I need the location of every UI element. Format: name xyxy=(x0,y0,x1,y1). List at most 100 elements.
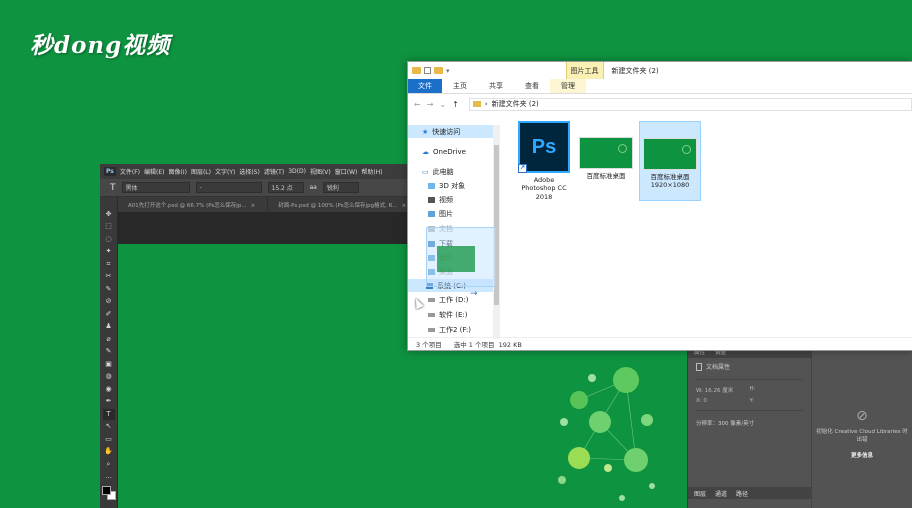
breadcrumb-folder[interactable]: 新建文件夹 (2) xyxy=(492,99,539,109)
address-bar-row: ← → ⌄ ↑ › 新建文件夹 (2) xyxy=(408,95,912,113)
ribbon-tab-share[interactable]: 共享 xyxy=(478,79,514,93)
ribbon-tab-view[interactable]: 查看 xyxy=(514,79,550,93)
close-icon[interactable]: × xyxy=(401,203,406,209)
ps-menu-file[interactable]: 文件(F) xyxy=(120,167,140,176)
more-tools-icon[interactable]: … xyxy=(103,472,115,483)
checkbox-icon[interactable] xyxy=(424,67,431,74)
stamp-tool-icon[interactable]: ♟ xyxy=(103,322,115,333)
nav-label: 此电脑 xyxy=(432,167,454,176)
photoshop-icon: Ps ↗ xyxy=(518,121,570,173)
ribbon-tab-file[interactable]: 文件 xyxy=(408,79,442,93)
font-size-select[interactable]: 15.2 点 xyxy=(267,182,304,193)
folder-icon[interactable] xyxy=(434,67,443,74)
move-tool-icon[interactable]: ✥ xyxy=(103,209,115,220)
marquee-tool-icon[interactable]: ⬚ xyxy=(103,222,115,233)
width-value[interactable]: 16.26 厘米 xyxy=(705,388,734,394)
tab-paths[interactable]: 路径 xyxy=(736,489,748,498)
up-arrow-icon[interactable]: ↑ xyxy=(452,100,459,109)
pen-tool-icon[interactable]: ✒ xyxy=(103,397,115,408)
type-tool-icon[interactable]: T xyxy=(102,409,115,420)
ribbon-tab-home[interactable]: 主页 xyxy=(442,79,478,93)
tab-layers[interactable]: 图层 xyxy=(694,489,706,498)
crop-tool-icon[interactable]: ⌗ xyxy=(103,259,115,270)
healing-tool-icon[interactable]: ⊘ xyxy=(103,297,115,308)
slice-tool-icon[interactable]: ✂ xyxy=(103,272,115,283)
blur-tool-icon[interactable]: ◍ xyxy=(103,372,115,383)
font-family-select[interactable]: 黑体 xyxy=(121,182,190,193)
picture-tools-context-tab[interactable]: 图片工具 xyxy=(565,62,604,79)
hand-tool-icon[interactable]: ✋ xyxy=(103,447,115,458)
nav-drive-d[interactable]: 工作 (D:) xyxy=(428,293,468,306)
more-info-link[interactable]: 更多信息 xyxy=(812,451,912,459)
zoom-tool-icon[interactable]: ⌕ xyxy=(103,459,115,470)
back-arrow-icon[interactable]: ← xyxy=(414,100,421,109)
ps-doc-tab-label: A01先打开这个.psd @ 66.7% (Ps怎么保存jp... xyxy=(128,203,247,209)
rectangle-tool-icon[interactable]: ▭ xyxy=(103,434,115,445)
libraries-error-message: 初始化 Creative Cloud Libraries 时出错 xyxy=(816,429,908,444)
dropdown-icon[interactable]: ▾ xyxy=(446,67,450,75)
ps-menu-layer[interactable]: 图层(L) xyxy=(191,167,211,176)
history-brush-tool-icon[interactable]: ⌀ xyxy=(103,334,115,345)
document-icon xyxy=(696,362,702,371)
dodge-tool-icon[interactable]: ◉ xyxy=(103,384,115,395)
ps-doc-tab[interactable]: A01先打开这个.psd @ 66.7% (Ps怎么保存jp... × xyxy=(118,197,269,212)
nav-videos[interactable]: 视频 xyxy=(428,193,453,206)
magic-wand-tool-icon[interactable]: ✦ xyxy=(103,247,115,258)
ps-menu-select[interactable]: 选择(S) xyxy=(239,167,260,176)
gradient-tool-icon[interactable]: ▣ xyxy=(103,359,115,370)
nav-drive-f[interactable]: 工作2 (F:) xyxy=(428,323,471,336)
x-value[interactable]: 0 xyxy=(703,398,707,404)
dimension-grid: W: 16.26 厘米 H: X: 0 Y: xyxy=(688,384,811,406)
logo-mark-icon xyxy=(618,144,627,153)
x-label: X: xyxy=(696,398,702,404)
path-select-tool-icon[interactable]: ↖ xyxy=(103,422,115,433)
ps-menu-type[interactable]: 文字(Y) xyxy=(215,167,235,176)
drag-ghost xyxy=(426,227,496,287)
nav-drive-e[interactable]: 软件 (E:) xyxy=(428,308,467,321)
ps-menu-window[interactable]: 窗口(W) xyxy=(335,167,358,176)
nav-pictures[interactable]: 图片 xyxy=(428,207,453,220)
logo-mark-icon xyxy=(682,145,691,154)
ps-menu-image[interactable]: 图像(I) xyxy=(169,167,187,176)
ps-menu-filter[interactable]: 滤镜(T) xyxy=(264,167,284,176)
file-item-image-selected[interactable]: 百度标准桌面 1920×1080 xyxy=(639,121,701,201)
width-label: W: xyxy=(696,388,703,394)
image-thumbnail xyxy=(579,137,633,169)
foreground-color-swatch[interactable] xyxy=(101,486,111,495)
close-icon[interactable]: × xyxy=(251,203,256,209)
nav-this-pc[interactable]: ▭ 此电脑 xyxy=(422,165,454,178)
resolution-text: 分辨率：300 像素/英寸 xyxy=(696,421,755,427)
document-properties-title: 文档属性 xyxy=(706,364,731,371)
nav-onedrive[interactable]: ☁ OneDrive xyxy=(422,145,466,158)
tab-channels[interactable]: 通道 xyxy=(715,489,727,498)
watermark-logo: 秒dong视频 xyxy=(30,32,171,59)
ps-menu-help[interactable]: 帮助(H) xyxy=(361,167,382,176)
star-icon: ★ xyxy=(422,127,429,136)
ps-menu-3d[interactable]: 3D(D) xyxy=(288,168,306,175)
color-swatches[interactable] xyxy=(101,486,116,500)
ribbon-tab-manage[interactable]: 管理 xyxy=(550,79,586,93)
nav-quick-access[interactable]: ★ 快速访问 xyxy=(408,125,493,138)
file-name: 百度标准桌面 1920×1080 xyxy=(650,173,690,190)
ps-menu-view[interactable]: 视图(V) xyxy=(310,167,331,176)
address-input[interactable]: › 新建文件夹 (2) xyxy=(468,97,912,111)
antialias-select[interactable]: 锐利 xyxy=(322,182,359,193)
eyedropper-tool-icon[interactable]: ✎ xyxy=(103,284,115,295)
nav-3d-objects[interactable]: 3D 对象 xyxy=(428,179,465,192)
cube-icon xyxy=(428,182,435,189)
file-item-photoshop-shortcut[interactable]: Ps ↗ Adobe Photoshop CC 2018 xyxy=(513,119,575,201)
type-tool-icon[interactable]: T xyxy=(110,183,116,193)
y-label: Y: xyxy=(749,398,754,404)
file-item-image[interactable]: 百度标准桌面 xyxy=(575,133,637,180)
brush-tool-icon[interactable]: ✐ xyxy=(103,309,115,320)
recent-locations-icon[interactable]: ⌄ xyxy=(439,100,446,109)
eraser-tool-icon[interactable]: ✎ xyxy=(103,347,115,358)
font-style-select[interactable]: - xyxy=(195,182,262,193)
nav-label: OneDrive xyxy=(433,147,466,156)
divider xyxy=(696,379,803,380)
lasso-tool-icon[interactable]: ◌ xyxy=(103,234,115,245)
ps-menu-edit[interactable]: 编辑(E) xyxy=(144,167,164,176)
forward-arrow-icon[interactable]: → xyxy=(427,100,434,109)
photoshop-icon-text: Ps xyxy=(531,136,557,158)
ps-doc-tab[interactable]: 封面-Ps.psd @ 100% (Ps怎么保存jpg格式, R... × xyxy=(268,197,420,212)
